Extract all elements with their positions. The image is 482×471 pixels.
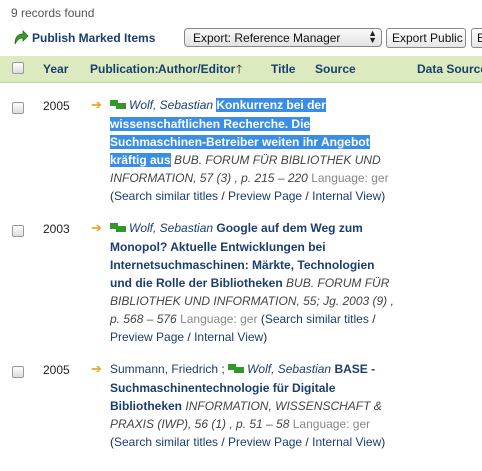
record-checkbox[interactable] xyxy=(12,102,24,114)
select-all-checkbox[interactable] xyxy=(12,62,24,74)
export-public-button[interactable]: Export Public xyxy=(386,28,466,48)
export-format-select[interactable]: Export: Reference Manager ▲ ▼ xyxy=(184,28,382,47)
search-similar-link[interactable]: Search similar titles xyxy=(114,435,218,449)
results-table-header: Year Publication: Author/Editor 🡑 Title … xyxy=(0,56,482,83)
internal-view-link[interactable]: Internal View xyxy=(194,330,263,344)
publish-marked-items-link[interactable]: Publish Marked Items xyxy=(32,31,155,45)
preview-page-link[interactable]: Preview Page xyxy=(110,330,184,344)
column-title[interactable]: Title xyxy=(271,62,295,76)
select-arrows-icon: ▲ ▼ xyxy=(368,28,377,45)
author-link[interactable]: Wolf, Sebastian xyxy=(247,362,331,376)
record-checkbox[interactable] xyxy=(12,225,24,237)
preview-page-link[interactable]: Preview Page xyxy=(228,435,302,449)
preview-page-link[interactable]: Preview Page xyxy=(228,189,302,203)
export-format-value: Export: Reference Manager xyxy=(193,31,341,45)
record-year: 2005 xyxy=(43,363,70,377)
column-source[interactable]: Source xyxy=(315,62,356,76)
orange-arrow-icon[interactable]: ➔ xyxy=(91,361,102,377)
search-similar-link[interactable]: Search similar titles xyxy=(114,189,218,203)
export-button[interactable]: Ex xyxy=(471,28,482,48)
record-language: Language: ger xyxy=(180,311,258,326)
search-similar-link[interactable]: Search similar titles xyxy=(265,312,369,326)
green-flag-icon xyxy=(110,220,126,238)
author-link[interactable]: Wolf, Sebastian xyxy=(129,221,213,235)
record-language: Language: ger xyxy=(311,170,389,185)
green-flag-icon xyxy=(228,361,245,379)
green-flag-icon xyxy=(110,97,126,115)
publish-arrow-icon[interactable] xyxy=(12,29,29,51)
column-year[interactable]: Year xyxy=(43,62,68,76)
internal-view-link[interactable]: Internal View xyxy=(312,435,381,449)
sort-ascending-icon[interactable]: 🡑 xyxy=(236,60,242,81)
record-year: 2003 xyxy=(43,222,70,236)
record-entry: Wolf, Sebastian Google auf dem Weg zum M… xyxy=(110,220,394,344)
column-publication-label: Publication: xyxy=(90,62,159,76)
record-entry: Wolf, Sebastian Konkurrenz bei der wisse… xyxy=(110,97,389,203)
records-count: 9 records found xyxy=(11,6,95,20)
orange-arrow-icon[interactable]: ➔ xyxy=(91,220,102,236)
internal-view-link[interactable]: Internal View xyxy=(312,189,381,203)
column-author-editor[interactable]: Author/Editor xyxy=(158,62,235,76)
orange-arrow-icon[interactable]: ➔ xyxy=(91,97,102,113)
toolbar: Publish Marked Items Export: Reference M… xyxy=(10,28,482,50)
record-language: Language: ger xyxy=(292,416,371,431)
record-entry: Summann, Friedrich ; Wolf, Sebastian BAS… xyxy=(110,361,386,449)
author-link[interactable]: Summann, Friedrich xyxy=(110,362,218,376)
record-checkbox[interactable] xyxy=(12,366,24,378)
record-year: 2005 xyxy=(43,99,70,113)
column-data-source[interactable]: Data Source xyxy=(417,62,482,76)
author-link[interactable]: Wolf, Sebastian xyxy=(129,98,213,112)
